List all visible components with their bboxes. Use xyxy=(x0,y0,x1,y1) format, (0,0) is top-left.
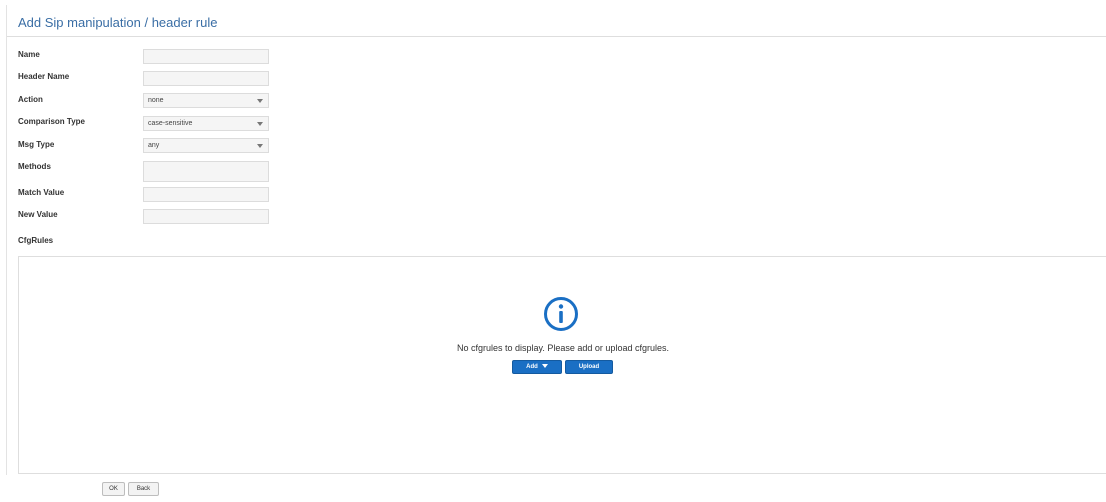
msg-type-select[interactable]: any xyxy=(143,138,269,153)
left-border xyxy=(6,5,7,475)
chevron-down-icon xyxy=(257,99,263,103)
msg-type-select-value: any xyxy=(148,142,160,149)
upload-cfgrule-button[interactable]: Upload xyxy=(565,360,613,374)
cfgrules-panel xyxy=(18,256,1106,474)
ok-button[interactable]: OK xyxy=(102,482,125,496)
comparison-type-label: Comparison Type xyxy=(18,117,85,126)
action-label: Action xyxy=(18,95,43,104)
new-value-label: New Value xyxy=(18,210,58,219)
chevron-down-icon xyxy=(257,144,263,148)
new-value-field[interactable] xyxy=(143,209,269,224)
header-name-field[interactable] xyxy=(143,71,269,86)
caret-down-icon xyxy=(541,364,548,369)
cfgrules-label: CfgRules xyxy=(18,236,54,245)
back-button[interactable]: Back xyxy=(128,482,159,496)
info-circle-icon xyxy=(544,297,578,331)
comparison-type-select-value: case-sensitive xyxy=(148,120,193,127)
methods-label: Methods xyxy=(18,162,51,171)
methods-field[interactable] xyxy=(143,161,269,182)
comparison-type-select[interactable]: case-sensitive xyxy=(143,116,269,131)
chevron-down-icon xyxy=(257,122,263,126)
empty-state-message: No cfgrules to display. Please add or up… xyxy=(457,343,669,353)
page-title: Add Sip manipulation / header rule xyxy=(18,15,218,30)
action-select[interactable]: none xyxy=(143,93,269,108)
action-select-value: none xyxy=(148,97,164,104)
match-value-field[interactable] xyxy=(143,187,269,202)
header-name-label: Header Name xyxy=(18,72,70,81)
add-button-label: Add xyxy=(526,364,538,370)
name-field[interactable] xyxy=(143,49,269,64)
name-label: Name xyxy=(18,50,40,59)
title-divider xyxy=(7,36,1106,37)
match-value-label: Match Value xyxy=(18,188,65,197)
add-header-rule-page: Add Sip manipulation / header rule Name … xyxy=(0,0,1106,502)
add-cfgrule-button[interactable]: Add xyxy=(512,360,562,374)
msg-type-label: Msg Type xyxy=(18,140,55,149)
